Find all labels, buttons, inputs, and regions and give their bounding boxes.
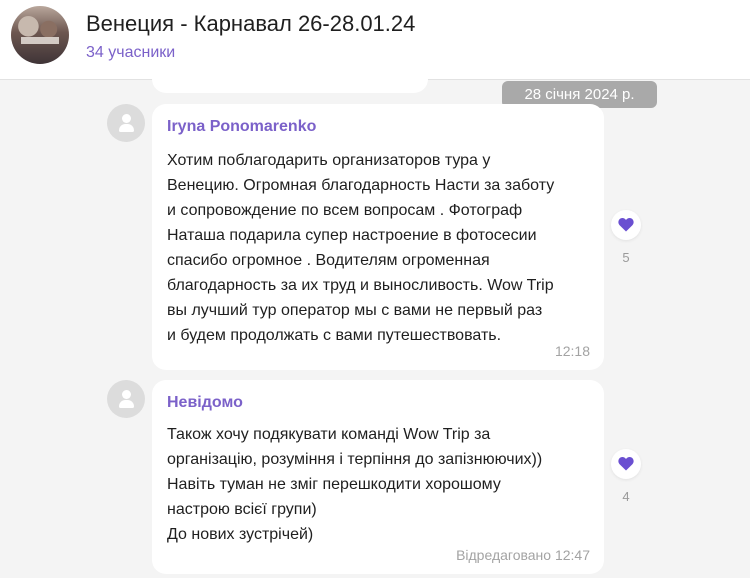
- avatar[interactable]: [107, 104, 145, 142]
- group-avatar[interactable]: [11, 6, 69, 64]
- heart-icon: [618, 218, 634, 232]
- user-silhouette-body: [119, 400, 134, 408]
- message-time: 12:18: [554, 343, 590, 359]
- user-silhouette-icon: [122, 114, 131, 123]
- message-author[interactable]: Iryna Ponomarenko: [167, 118, 316, 136]
- message-bubble[interactable]: Iryna Ponomarenko Хотим поблагодарить ор…: [152, 104, 604, 370]
- avatar[interactable]: [107, 380, 145, 418]
- group-avatar-photo-detail: [21, 37, 59, 44]
- message-author[interactable]: Невідомо: [167, 394, 243, 412]
- chat-header: Венеция - Карнавал 26-28.01.24 34 учасни…: [0, 0, 750, 80]
- members-count-link[interactable]: 34 учасники: [86, 44, 175, 62]
- reaction-count: 4: [622, 489, 630, 504]
- message-time: Відредаговано 12:47: [456, 547, 590, 563]
- message-text: Хотим поблагодарить организаторов тура у…: [167, 152, 555, 344]
- message-bubble[interactable]: Невідомо Також хочу подякувати команді W…: [152, 380, 604, 574]
- previous-message-bubble[interactable]: [152, 74, 428, 93]
- user-silhouette-body: [119, 124, 134, 132]
- reaction-button[interactable]: [611, 210, 641, 240]
- reaction-count: 5: [622, 250, 630, 265]
- user-silhouette-icon: [122, 390, 131, 399]
- reaction-button[interactable]: [611, 449, 641, 479]
- heart-icon: [618, 457, 634, 471]
- group-title[interactable]: Венеция - Карнавал 26-28.01.24: [86, 11, 415, 37]
- message-list[interactable]: 28 січня 2024 р. Iryna Ponomarenko Хотим…: [0, 74, 750, 578]
- message-text: Також хочу подякувати команді Wow Trip з…: [167, 426, 543, 543]
